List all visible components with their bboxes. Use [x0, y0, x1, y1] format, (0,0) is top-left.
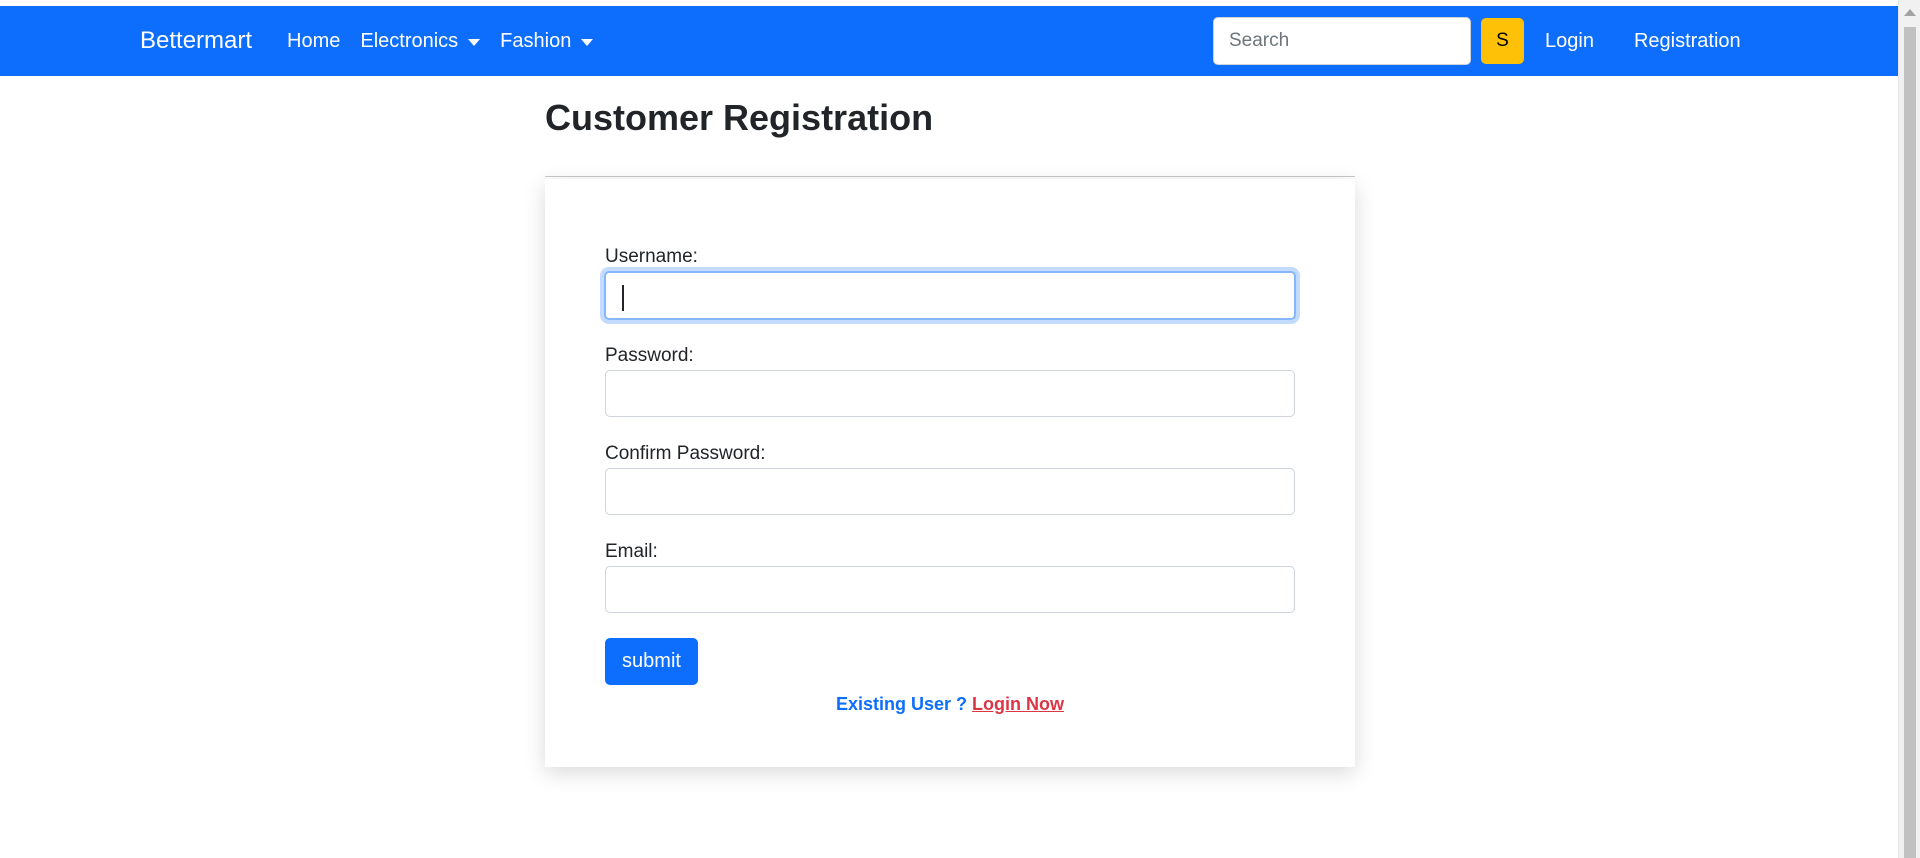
submit-button[interactable]: submit: [605, 638, 698, 685]
brand-link[interactable]: Bettermart: [140, 6, 252, 76]
scroll-thumb[interactable]: [1904, 27, 1916, 858]
vertical-scrollbar[interactable]: [1898, 0, 1920, 858]
search-form: S: [1213, 6, 1524, 76]
registration-link[interactable]: Registration: [1634, 30, 1741, 53]
nav-electronics-label: Electronics: [360, 29, 459, 52]
existing-user-text: Existing User ?: [835, 694, 968, 714]
nav-fashion-label: Fashion: [500, 29, 572, 52]
password-label: Password:: [605, 345, 694, 366]
login-link[interactable]: Login: [1545, 30, 1594, 53]
password-input[interactable]: [605, 370, 1295, 417]
caret-down-icon: [468, 38, 481, 46]
auth-links: Login Registration: [1545, 6, 1741, 76]
email-input[interactable]: [605, 566, 1295, 613]
nav-fashion-dropdown[interactable]: Fashion: [500, 29, 594, 53]
nav-home-link[interactable]: Home: [287, 30, 340, 53]
email-label: Email:: [605, 541, 658, 562]
search-button[interactable]: S: [1481, 18, 1524, 64]
registration-card: Username: Password: Confirm Password: Em…: [545, 179, 1355, 767]
confirm-password-group: Confirm Password:: [605, 442, 1295, 515]
caret-down-icon: [581, 38, 594, 46]
navbar: Bettermart Home Electronics Fashion S Lo…: [0, 6, 1898, 76]
email-group: Email:: [605, 540, 1295, 613]
page-title: Customer Registration: [545, 97, 934, 138]
username-input[interactable]: [604, 271, 1296, 320]
password-group: Password:: [605, 344, 1295, 417]
username-group: Username:: [604, 245, 1296, 320]
nav-links: Home Electronics Fashion: [287, 6, 594, 76]
scroll-up-arrow-icon[interactable]: [1904, 9, 1916, 16]
confirm-password-input[interactable]: [605, 468, 1295, 515]
nav-home-label: Home: [287, 29, 341, 52]
browser-viewport: Bettermart Home Electronics Fashion S Lo…: [0, 0, 1920, 858]
main-content: Customer Registration: [545, 76, 1355, 177]
text-cursor: [622, 285, 624, 311]
confirm-password-label: Confirm Password:: [605, 443, 766, 464]
existing-user-row: Existing User ? Login Now: [605, 694, 1295, 715]
title-divider: [545, 176, 1355, 177]
username-label: Username:: [605, 246, 698, 267]
search-input[interactable]: [1213, 17, 1471, 65]
login-now-link[interactable]: Login Now: [972, 694, 1064, 714]
nav-electronics-dropdown[interactable]: Electronics: [360, 29, 481, 53]
